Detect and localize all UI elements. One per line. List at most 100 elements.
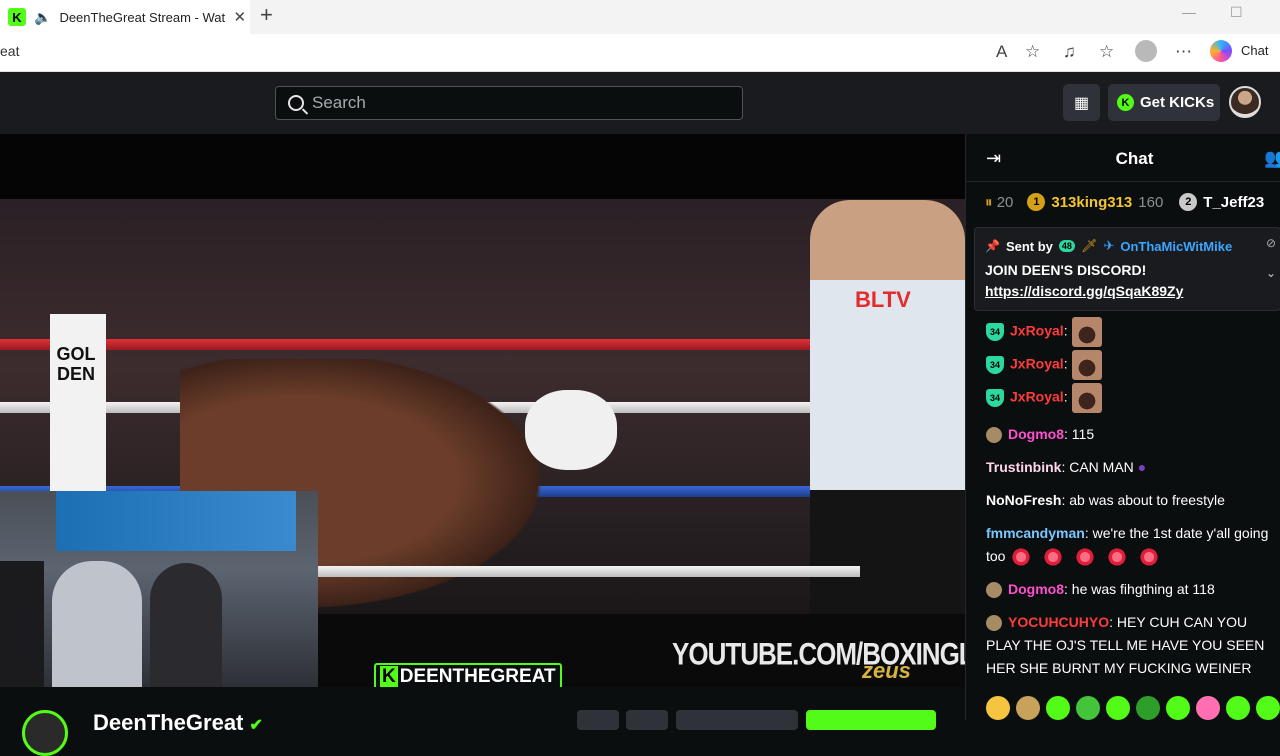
overlay-tag-text: DEENTHEGREAT: [399, 666, 556, 687]
webcam-chair: [0, 561, 44, 687]
pinned-message: 📌 Sent by 48 🗡 ✈ OnThaMicWitMike ⊘ JOIN …: [974, 227, 1280, 311]
pin-icon: 📌: [985, 239, 1000, 253]
browser-tab-bar: K 🔈 DeenTheGreat Stream - Watch ✕ + — ☐: [0, 0, 1280, 34]
chat-message: 34 JxRoyal:: [986, 317, 1280, 347]
heart-emote-icon: [1043, 547, 1064, 568]
chat-username[interactable]: Dogmo8: [1008, 581, 1064, 597]
gift-button[interactable]: [577, 710, 619, 730]
chat-panel: ⇥ Chat 👥 ⏸ 20 1 313king313 160 2 T_Jeff2…: [965, 134, 1280, 720]
share-button[interactable]: [626, 710, 668, 730]
rank-1-badge: 1: [1027, 193, 1046, 211]
video-player[interactable]: GOLDEN BLTV YOUTUBE.COM/BOXINGLEGENDSTV …: [0, 134, 965, 687]
chat-username[interactable]: fmmcandyman: [986, 525, 1085, 541]
pinned-text: JOIN DEEN'S DISCORD! https://discord.gg/…: [985, 260, 1183, 302]
search-input[interactable]: Search: [275, 86, 743, 120]
speaker-icon[interactable]: 🔈: [34, 9, 51, 26]
webcam-guest: [150, 563, 222, 687]
gifter-badge-icon: [986, 582, 1002, 599]
emote-icon: ●: [1137, 459, 1147, 475]
chat-message: 34 JxRoyal:: [986, 350, 1280, 380]
chat-message: fmmcandyman: we're the 1st date y'all go…: [986, 522, 1280, 568]
emote-icon[interactable]: [1256, 696, 1280, 720]
more-menu-icon[interactable]: ⋯: [1175, 42, 1192, 62]
copilot-chat-label[interactable]: Chat: [1241, 43, 1268, 58]
get-kicks-button[interactable]: K Get KICKs: [1108, 84, 1220, 121]
emote-icon[interactable]: [1016, 696, 1040, 720]
chat-username[interactable]: YOCUHCUHYO: [1008, 614, 1109, 630]
discord-link[interactable]: https://discord.gg/qSqaK89Zy: [985, 281, 1183, 302]
users-icon[interactable]: 👥: [1264, 148, 1280, 169]
close-tab-icon[interactable]: ✕: [233, 8, 246, 26]
emote-icon: [1071, 383, 1102, 413]
heart-emote-icon: [1011, 547, 1032, 568]
emote-icon[interactable]: [1226, 696, 1250, 720]
layout-button[interactable]: ▦: [1063, 84, 1100, 121]
pinned-line: JOIN DEEN'S DISCORD!: [985, 262, 1147, 278]
kicks-coin-icon: K: [1117, 94, 1134, 111]
chat-message: Trustinbink: CAN MAN ●: [986, 459, 1147, 475]
emote-icon[interactable]: [986, 696, 1010, 720]
subscriber-badge: 34: [986, 323, 1004, 341]
chat-header: ⇥ Chat 👥: [966, 134, 1280, 182]
ring-post-text: GOLDEN: [56, 344, 96, 384]
subscriber-badge: 34: [986, 389, 1004, 407]
leaderboard-user-1[interactable]: 313king313: [1051, 194, 1132, 211]
subscribe-button[interactable]: [676, 710, 798, 730]
maximize-icon[interactable]: ☐: [1230, 4, 1243, 21]
media-icon[interactable]: ♫: [1063, 42, 1076, 62]
emote-icon[interactable]: [1046, 696, 1070, 720]
search-placeholder: Search: [312, 93, 366, 112]
chat-text: CAN MAN: [1069, 459, 1134, 475]
emote-icon[interactable]: [1076, 696, 1100, 720]
chat-message: YOCUHCUHYO: HEY CUH CAN YOU PLAY THE OJ'…: [986, 614, 1265, 676]
browser-tab[interactable]: K 🔈 DeenTheGreat Stream - Watch ✕: [0, 0, 250, 34]
emote-icon: [1071, 350, 1102, 380]
minimize-icon[interactable]: —: [1182, 4, 1196, 20]
search-icon: [288, 95, 304, 111]
emote-icon[interactable]: [1166, 696, 1190, 720]
url-field[interactable]: eat: [0, 43, 19, 59]
rank-2-badge: 2: [1179, 193, 1198, 211]
pinned-sent-by: Sent by: [1005, 238, 1053, 254]
site-header: Search ▦ K Get KICKs: [0, 72, 1280, 134]
moderator-sword-icon: 🗡: [1080, 238, 1098, 253]
chat-username[interactable]: Dogmo8: [1008, 426, 1064, 442]
chat-username[interactable]: NoNoFresh: [986, 492, 1061, 508]
channel-avatar[interactable]: [22, 710, 68, 756]
chat-username[interactable]: JxRoyal: [1010, 389, 1064, 405]
copilot-icon[interactable]: [1210, 40, 1232, 62]
gifter-badge-icon: [986, 615, 1002, 632]
webcam-streamer: [52, 561, 142, 687]
chat-message: Dogmo8: he was fihgthing at 118: [986, 578, 1280, 601]
chevron-down-icon[interactable]: ⌄: [1266, 266, 1276, 280]
chat-username[interactable]: JxRoyal: [1010, 323, 1064, 339]
emote-icon[interactable]: [1196, 696, 1220, 720]
channel-name[interactable]: DeenTheGreat ✔: [93, 710, 263, 736]
video-watermark: YOUTUBE.COM/BOXINGLEGENDSTV: [672, 635, 965, 672]
pinned-username[interactable]: OnThaMicWitMike: [1120, 239, 1232, 254]
new-tab-icon[interactable]: +: [260, 2, 273, 28]
streamer-overlay-tag: K DEENTHEGREAT: [374, 663, 562, 687]
chat-username[interactable]: JxRoyal: [1010, 356, 1064, 372]
gift-count: ⏸ 20: [985, 193, 1014, 211]
favorites-icon[interactable]: ☆: [1099, 42, 1114, 62]
read-aloud-icon[interactable]: A: [996, 42, 1007, 62]
hide-pin-icon[interactable]: ⊘: [1266, 236, 1276, 250]
chat-message: Dogmo8: 115: [986, 423, 1280, 446]
subscriber-badge: 48: [1058, 240, 1075, 252]
leaderboard-user-2[interactable]: T_Jeff23: [1203, 194, 1264, 211]
chat-message: NoNoFresh: ab was about to freestyle: [986, 492, 1225, 508]
layout-grid-icon: ▦: [1073, 94, 1090, 112]
leaderboard-count-1: 160: [1138, 193, 1164, 211]
user-avatar[interactable]: [1229, 86, 1261, 118]
follow-button[interactable]: [806, 710, 936, 730]
emote-icon: [1071, 317, 1102, 347]
webcam-background-screen: [56, 491, 296, 551]
favorite-star-icon[interactable]: ☆: [1025, 42, 1040, 62]
heart-emote-icon: [1075, 547, 1096, 568]
chat-username[interactable]: Trustinbink: [986, 459, 1061, 475]
kick-favicon-icon: K: [8, 8, 26, 26]
emote-icon[interactable]: [1136, 696, 1160, 720]
profile-avatar-icon[interactable]: [1135, 40, 1157, 62]
emote-icon[interactable]: [1106, 696, 1130, 720]
